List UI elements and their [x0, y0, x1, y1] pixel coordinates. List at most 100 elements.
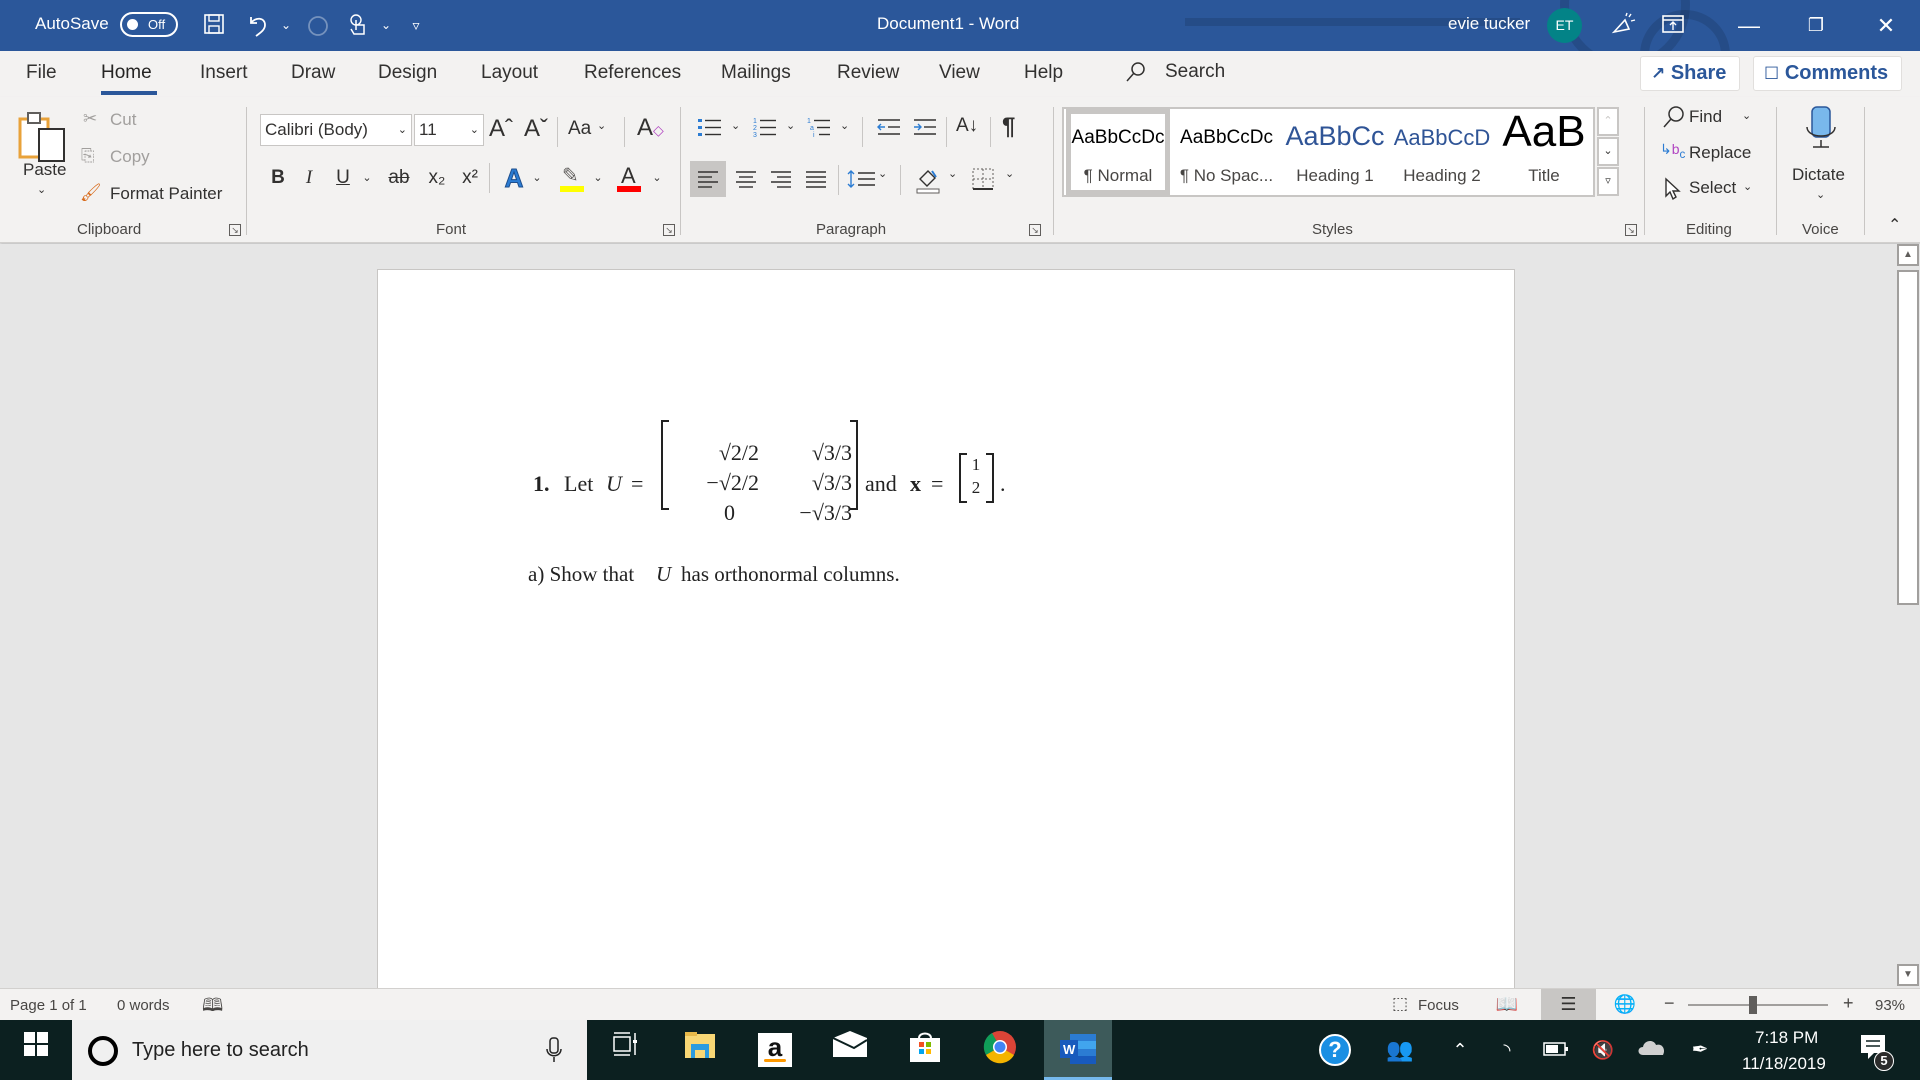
vertical-scrollbar[interactable]: ▲ ▼	[1895, 244, 1920, 988]
paste-label[interactable]: Paste	[23, 160, 66, 180]
align-left-button[interactable]	[690, 161, 726, 197]
tab-insert[interactable]: Insert	[200, 62, 248, 84]
chevron-down-icon[interactable]: ⌄	[840, 119, 849, 132]
style-heading-2[interactable]: AaBbCcD Heading 2	[1392, 109, 1492, 195]
text-effects-button[interactable]: A	[500, 163, 528, 194]
borders-icon[interactable]	[965, 161, 1001, 197]
styles-scroll-up[interactable]: ⌃	[1597, 107, 1619, 136]
strikethrough-button[interactable]: ab	[385, 163, 413, 193]
tab-draw[interactable]: Draw	[291, 62, 335, 84]
font-color-button[interactable]: A	[615, 163, 643, 193]
focus-mode-button[interactable]: ⬚ Focus	[1392, 989, 1464, 1020]
highlight-color-button[interactable]: ✎	[558, 163, 586, 193]
font-name-combo[interactable]: Calibri (Body) ⌄	[260, 114, 412, 146]
font-size-combo[interactable]: 11 ⌄	[414, 114, 484, 146]
dictate-button[interactable]: Dictate ⌄	[1786, 105, 1856, 210]
grow-font-button[interactable]: Aˆ	[489, 115, 513, 143]
user-name[interactable]: evie tucker	[1448, 14, 1530, 34]
tab-help[interactable]: Help	[1024, 62, 1063, 84]
undo-icon[interactable]	[245, 12, 271, 38]
paste-dropdown-icon[interactable]: ⌄	[37, 183, 46, 196]
align-center-button[interactable]	[728, 161, 764, 197]
bullets-icon[interactable]	[697, 115, 727, 145]
change-case-button[interactable]: Aa	[568, 118, 591, 140]
style-heading-1[interactable]: AaBbCc Heading 1	[1282, 109, 1388, 195]
autosave-toggle[interactable]: Off	[120, 12, 178, 37]
chevron-down-icon[interactable]: ⌄	[786, 119, 795, 132]
tab-home[interactable]: Home	[101, 62, 152, 84]
paragraph-launcher-icon[interactable]: ↘	[1029, 224, 1041, 236]
select-button[interactable]: Select ⌄	[1662, 176, 1782, 204]
find-button[interactable]: Find ⌄	[1662, 105, 1782, 133]
document-page[interactable]: 1. Let U = √2/2 √3/3 −√2/2 √3/3 0 −√3/3 …	[377, 269, 1515, 988]
chevron-down-icon[interactable]: ⌄	[530, 163, 544, 193]
people-icon[interactable]: 👥	[1380, 1030, 1420, 1070]
replace-button[interactable]: ↳bc Replace	[1660, 141, 1780, 169]
mail-icon[interactable]	[830, 1030, 870, 1070]
tab-references[interactable]: References	[584, 62, 681, 84]
tab-design[interactable]: Design	[378, 62, 437, 84]
clock-date[interactable]: 11/18/2019	[1742, 1054, 1826, 1074]
styles-more-button[interactable]: ▿	[1597, 167, 1619, 196]
sort-button[interactable]: A↓	[956, 115, 978, 137]
styles-scroll-down[interactable]: ⌄	[1597, 137, 1619, 166]
share-button[interactable]: ↗ Share	[1640, 56, 1740, 91]
chrome-icon[interactable]	[980, 1030, 1020, 1070]
style-normal[interactable]: AaBbCcDc ¶ Normal	[1066, 109, 1170, 195]
align-right-button[interactable]	[763, 161, 799, 197]
zoom-slider-track[interactable]	[1688, 1004, 1828, 1006]
styles-launcher-icon[interactable]: ↘	[1625, 224, 1637, 236]
amazon-icon[interactable]: a	[755, 1030, 795, 1070]
font-launcher-icon[interactable]: ↘	[663, 224, 675, 236]
proofing-icon[interactable]: 🕮	[202, 993, 223, 1023]
superscript-button[interactable]: x²	[457, 163, 483, 193]
paste-icon[interactable]	[17, 109, 72, 164]
multilevel-list-icon[interactable]: 1ai	[806, 115, 836, 145]
comments-button[interactable]: ☐ Comments	[1753, 56, 1902, 91]
battery-icon[interactable]	[1536, 1030, 1576, 1070]
word-taskbar-button[interactable]: W	[1044, 1020, 1112, 1080]
save-icon[interactable]	[201, 12, 227, 38]
taskbar-search-box[interactable]: Type here to search	[72, 1020, 587, 1080]
task-view-icon[interactable]	[605, 1030, 645, 1070]
restore-button[interactable]: ❐	[1785, 0, 1847, 51]
shrink-font-button[interactable]: Aˇ	[524, 115, 548, 143]
tab-layout[interactable]: Layout	[481, 62, 538, 84]
chevron-down-icon[interactable]: ⌄	[731, 119, 740, 132]
chevron-down-icon[interactable]: ⌄	[597, 119, 606, 132]
help-icon[interactable]: ?	[1315, 1030, 1355, 1070]
clipboard-launcher-icon[interactable]: ↘	[229, 224, 241, 236]
show-hidden-icons-chevron[interactable]: ⌃	[1440, 1030, 1480, 1070]
style-no-spacing[interactable]: AaBbCcDc ¶ No Spac...	[1174, 109, 1279, 195]
wifi-icon[interactable]: ◝	[1487, 1030, 1527, 1070]
shading-icon[interactable]	[910, 161, 946, 197]
tab-view[interactable]: View	[939, 62, 980, 84]
microphone-icon[interactable]	[545, 1036, 563, 1069]
onedrive-icon[interactable]	[1632, 1030, 1672, 1070]
web-layout-button[interactable]: 🌐	[1600, 989, 1650, 1020]
zoom-in-button[interactable]: +	[1843, 993, 1854, 1014]
zoom-level[interactable]: 93%	[1875, 997, 1905, 1014]
clear-formatting-icon[interactable]: A◇	[637, 114, 664, 142]
scroll-down-button[interactable]: ▼	[1897, 964, 1919, 986]
chevron-down-icon[interactable]: ⌄	[591, 163, 605, 193]
word-count[interactable]: 0 words	[117, 997, 170, 1014]
chevron-down-icon[interactable]: ⌄	[650, 163, 664, 193]
action-center-button[interactable]: 5	[1858, 1034, 1894, 1074]
undo-dropdown-icon[interactable]: ⌄	[273, 12, 299, 38]
user-avatar[interactable]: ET	[1547, 8, 1582, 43]
numbering-icon[interactable]: 123	[752, 115, 782, 145]
chevron-down-icon[interactable]: ⌄	[360, 163, 374, 193]
chevron-down-icon[interactable]: ⌄	[948, 167, 957, 180]
scroll-thumb[interactable]	[1897, 270, 1919, 605]
touch-mode-dropdown-icon[interactable]: ⌄	[373, 12, 399, 38]
tab-mailings[interactable]: Mailings	[721, 62, 791, 84]
underline-button[interactable]: U	[333, 163, 353, 193]
format-painter-label[interactable]: Format Painter	[110, 184, 222, 204]
tab-file[interactable]: File	[26, 62, 57, 84]
zoom-out-button[interactable]: −	[1664, 993, 1675, 1014]
show-formatting-marks-button[interactable]: ¶	[1002, 113, 1015, 141]
chevron-down-icon[interactable]: ⌄	[1005, 167, 1014, 180]
print-layout-button[interactable]: ☰	[1541, 989, 1596, 1020]
scroll-up-button[interactable]: ▲	[1897, 244, 1919, 266]
